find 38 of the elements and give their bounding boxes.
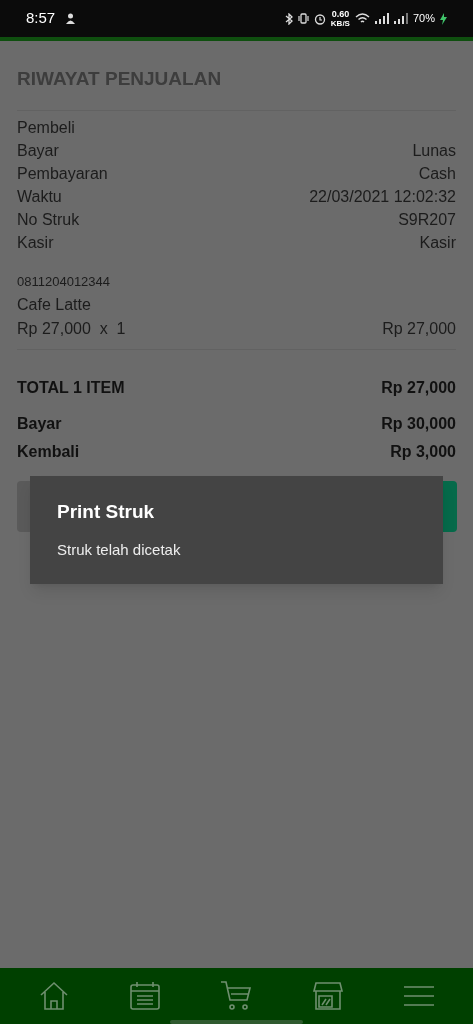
row-value: Kasir	[419, 233, 456, 253]
row-label: No Struk	[17, 210, 80, 230]
row-value: Lunas	[412, 141, 456, 161]
vibrate-icon	[297, 13, 309, 24]
dialog-title: Print Struk	[57, 500, 156, 524]
row-label: Kasir	[17, 233, 54, 253]
notification-icon	[65, 12, 77, 25]
bluetooth-icon	[284, 12, 293, 25]
item-name: Cafe Latte	[17, 294, 92, 315]
network-speed: 0.60	[331, 9, 350, 19]
row-value: Rp 30,000	[381, 413, 456, 434]
calendar-icon[interactable]	[129, 980, 162, 1012]
signal-icon	[374, 13, 389, 24]
row-label: Pembayaran	[17, 164, 108, 184]
row-label: Bayar	[17, 141, 59, 161]
row-value: Rp 27,000	[381, 377, 456, 398]
battery-level: 70%	[412, 11, 435, 27]
store-icon[interactable]	[311, 980, 344, 1012]
item-subtotal: Rp 27,000	[382, 318, 456, 339]
alarm-icon	[313, 12, 326, 25]
cart-icon[interactable]	[220, 980, 253, 1012]
row-label: Kembali	[17, 441, 80, 462]
row-label: Bayar	[17, 413, 62, 434]
charging-icon	[440, 12, 447, 25]
row-label: Pembeli	[17, 118, 75, 138]
row-label: TOTAL 1 ITEM	[17, 377, 125, 398]
item-price-quantity: Rp 27,000 x 1	[17, 318, 126, 339]
wifi-icon	[354, 13, 370, 24]
signal-icon	[393, 13, 408, 24]
row-value: 22/03/2021 12:02:32	[309, 187, 456, 207]
dialog-message: Struk telah dicetak	[57, 539, 182, 560]
status-time: 8:57	[26, 8, 56, 29]
row-value: Cash	[418, 164, 456, 184]
row-value: S9R207	[398, 210, 456, 230]
row-label: Waktu	[17, 187, 62, 207]
item-code: 0811204012344	[17, 272, 112, 291]
row-value: Rp 3,000	[390, 441, 456, 462]
network-speed-unit: KB/S	[330, 18, 350, 28]
